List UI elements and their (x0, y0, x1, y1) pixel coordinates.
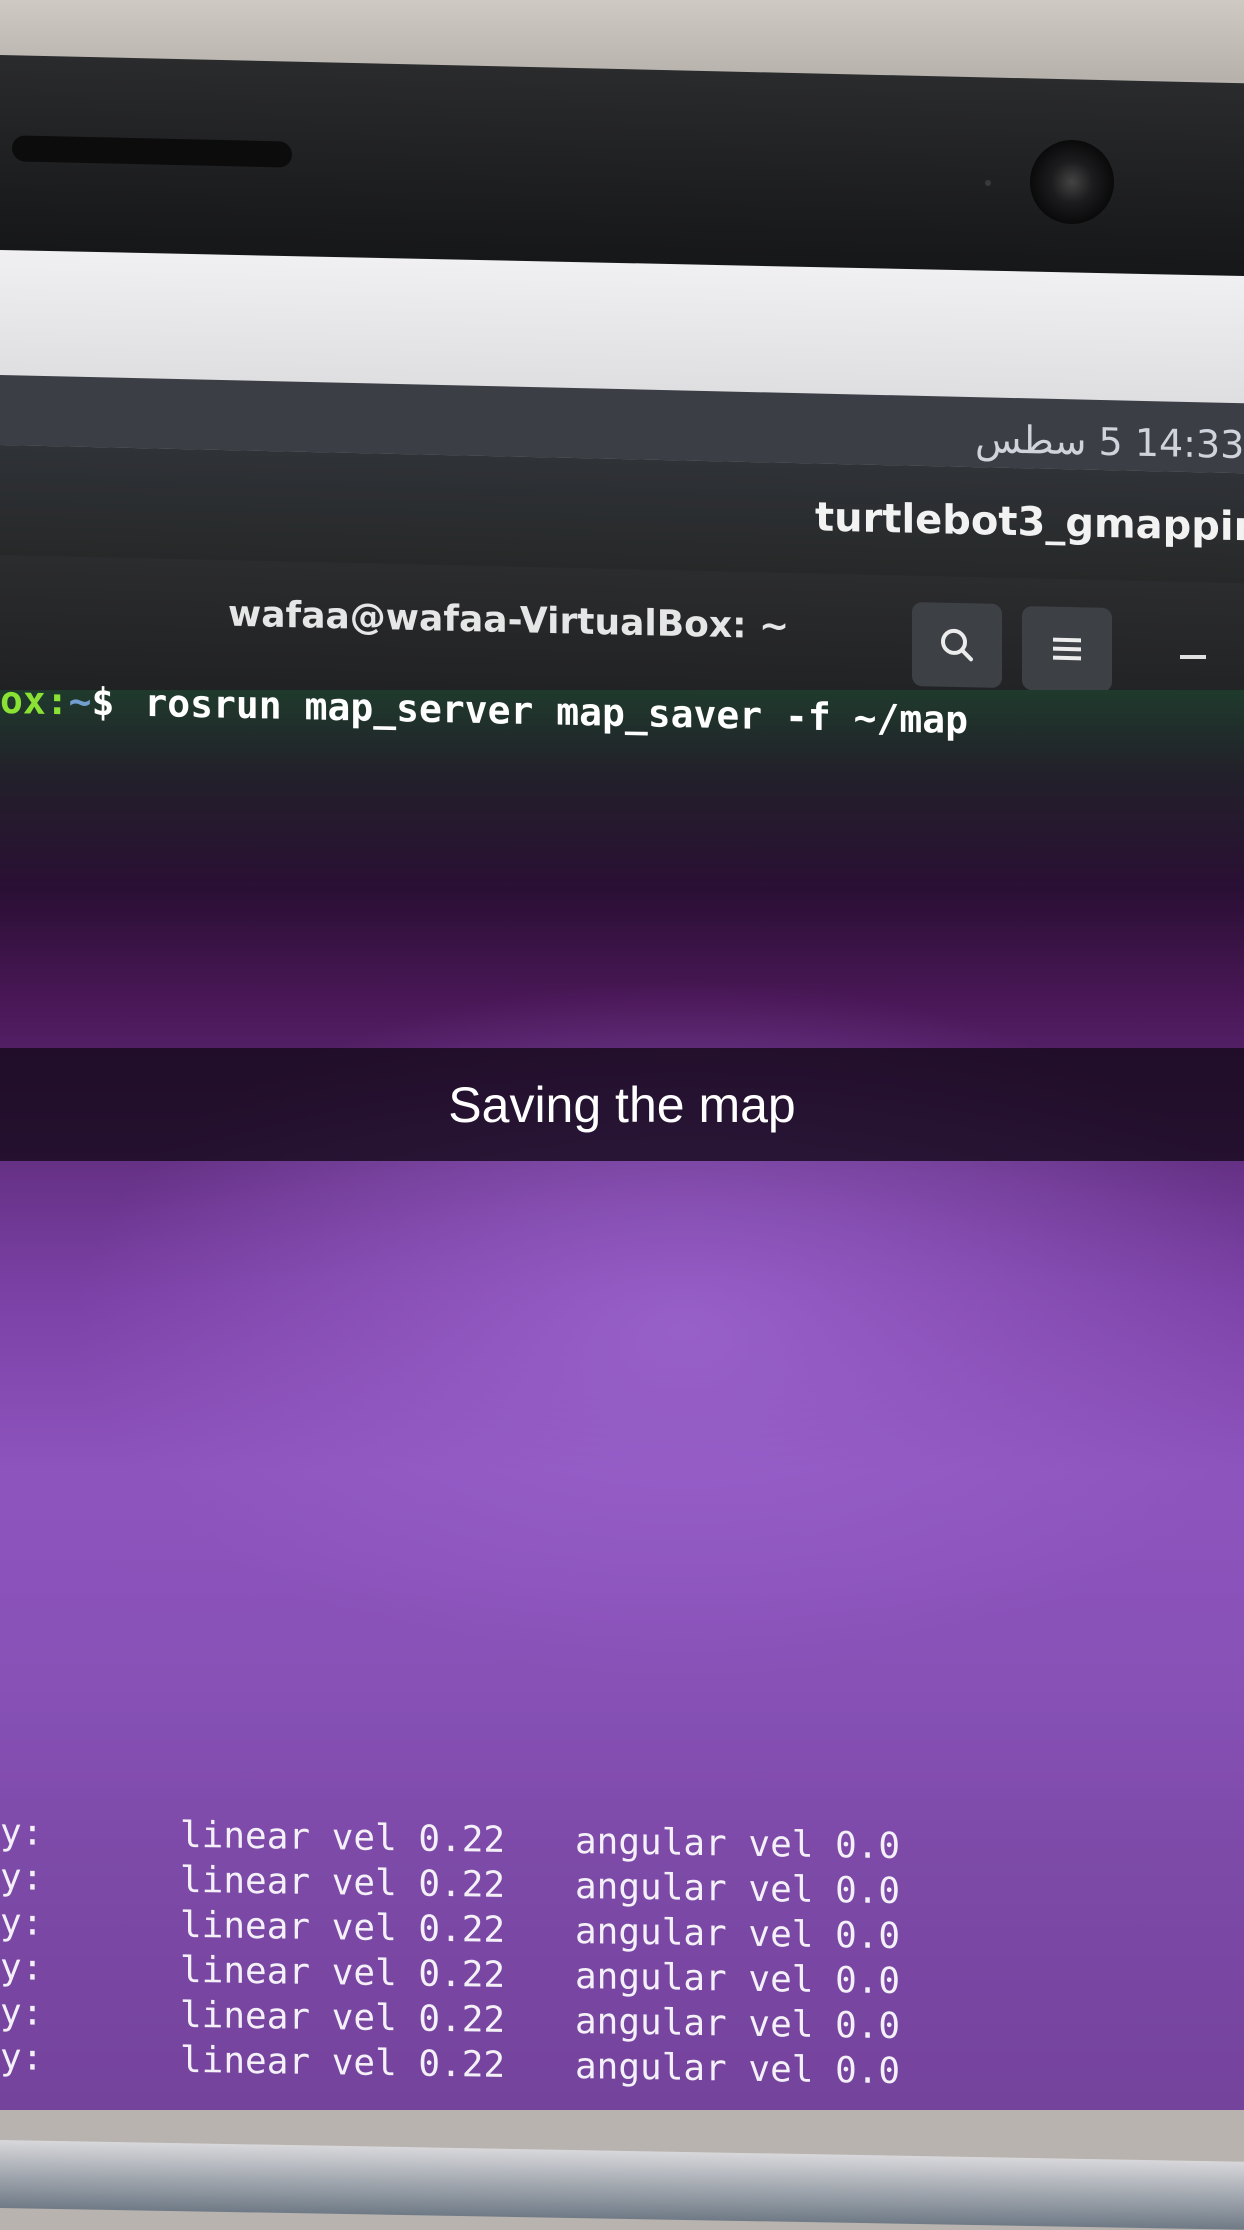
log-prefix: y: (0, 1902, 44, 1944)
log-angular-vel: angular vel 0.0 (575, 1911, 901, 1958)
log-prefix: y: (0, 1857, 44, 1899)
velocity-log: y: linear vel 0.22 angular vel 0.0 y: li… (0, 1812, 1244, 2162)
minimize-icon[interactable] (1180, 655, 1206, 659)
prompt-path: ~ (68, 679, 92, 724)
webcam (1030, 140, 1114, 224)
log-linear-vel: linear vel 0.22 (180, 1904, 506, 1951)
log-angular-vel: angular vel 0.0 (575, 2001, 901, 2048)
hamburger-menu-icon (1053, 637, 1081, 661)
log-prefix: y: (0, 2037, 44, 2079)
log-angular-vel: angular vel 0.0 (575, 1956, 901, 2003)
bezel-slot (12, 135, 292, 168)
search-button[interactable] (912, 601, 1002, 689)
log-linear-vel: linear vel 0.22 (180, 1814, 506, 1861)
log-linear-vel: linear vel 0.22 (180, 1949, 506, 1996)
prompt-dollar: $ (91, 679, 115, 725)
camera-indicator (985, 180, 991, 186)
menu-button[interactable] (1022, 605, 1112, 693)
prompt-host: ox: (0, 677, 69, 724)
log-angular-vel: angular vel 0.0 (575, 1821, 901, 1868)
log-linear-vel: linear vel 0.22 (180, 1859, 506, 1906)
log-angular-vel: angular vel 0.0 (575, 1866, 901, 1913)
log-prefix: y: (0, 1947, 44, 1989)
log-prefix: y: (0, 1992, 44, 2034)
log-linear-vel: linear vel 0.22 (180, 1994, 506, 2041)
caption-text: Saving the map (448, 1076, 796, 1133)
search-icon (941, 628, 973, 662)
video-caption: Saving the map (0, 1048, 1244, 1161)
log-angular-vel: angular vel 0.0 (575, 2046, 901, 2093)
system-clock[interactable]: 14:33 5 سطس (975, 417, 1244, 467)
log-linear-vel: linear vel 0.22 (180, 2039, 506, 2086)
log-prefix: y: (0, 1812, 44, 1854)
